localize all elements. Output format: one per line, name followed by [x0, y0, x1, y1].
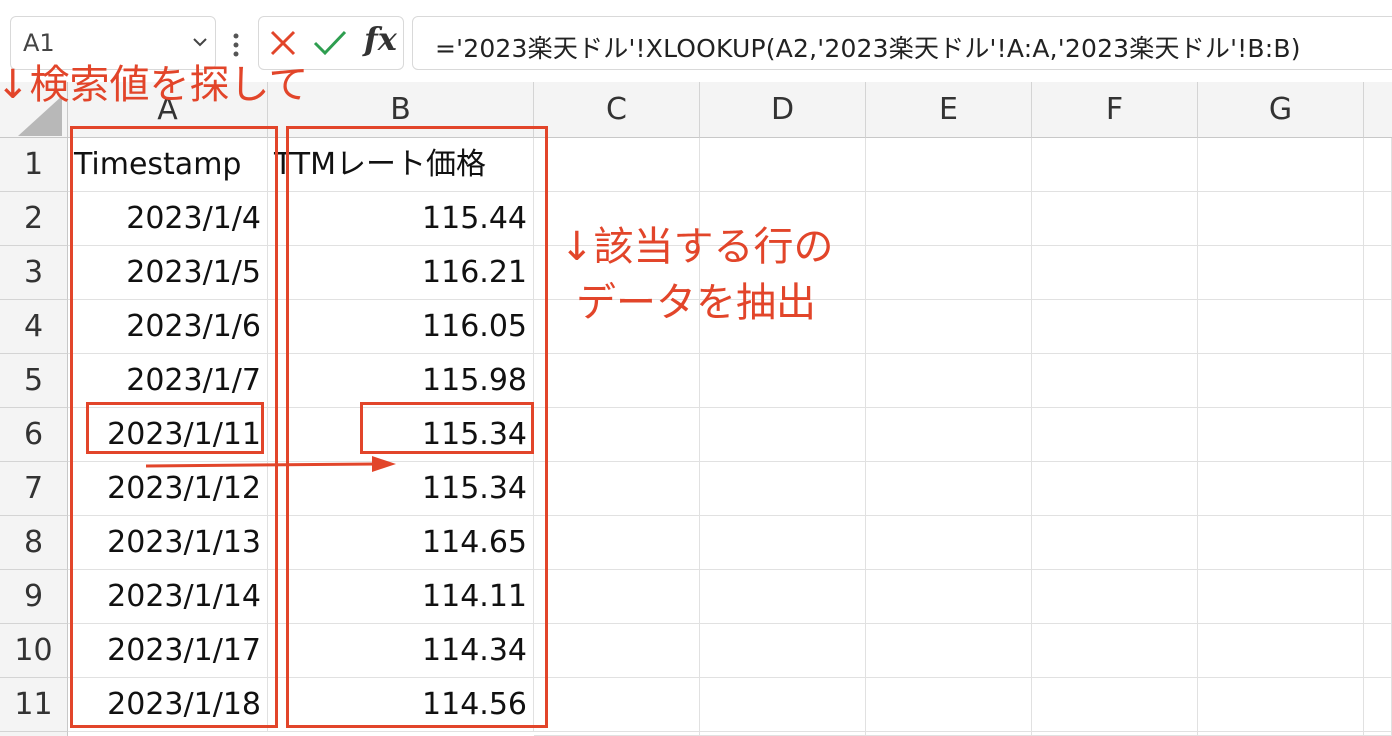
- cell-h3[interactable]: [1364, 246, 1392, 300]
- cell-g10[interactable]: [1198, 624, 1364, 678]
- cell-f8[interactable]: [1032, 516, 1198, 570]
- cell-g8[interactable]: [1198, 516, 1364, 570]
- cell-d8[interactable]: [700, 516, 866, 570]
- annotation-search: ↓検索値を探して: [0, 62, 309, 108]
- cell-e9[interactable]: [866, 570, 1032, 624]
- cell-c9[interactable]: [534, 570, 700, 624]
- cell-d10[interactable]: [700, 624, 866, 678]
- cell-f2[interactable]: [1032, 192, 1198, 246]
- formula-input[interactable]: ='2023楽天ドル'!XLOOKUP(A2,'2023楽天ドル'!A:A,'2…: [412, 16, 1392, 70]
- column-header-f[interactable]: F: [1032, 82, 1198, 138]
- formula-text: ='2023楽天ドル'!XLOOKUP(A2,'2023楽天ドル'!A:A,'2…: [435, 34, 1301, 63]
- cell-h12[interactable]: [1364, 732, 1392, 736]
- cell-h6[interactable]: [1364, 408, 1392, 462]
- cell-g7[interactable]: [1198, 462, 1364, 516]
- cell-h8[interactable]: [1364, 516, 1392, 570]
- cell-c7[interactable]: [534, 462, 700, 516]
- cell-c1[interactable]: [534, 138, 700, 192]
- cell-f12[interactable]: [1032, 732, 1198, 736]
- cell-f6[interactable]: [1032, 408, 1198, 462]
- column-header-c[interactable]: C: [534, 82, 700, 138]
- cell-h10[interactable]: [1364, 624, 1392, 678]
- column-header-h[interactable]: [1364, 82, 1392, 138]
- column-header-g[interactable]: G: [1198, 82, 1364, 138]
- row-header-4[interactable]: 4: [0, 300, 68, 354]
- cell-f4[interactable]: [1032, 300, 1198, 354]
- cell-g3[interactable]: [1198, 246, 1364, 300]
- row-header-9[interactable]: 9: [0, 570, 68, 624]
- cell-c8[interactable]: [534, 516, 700, 570]
- cell-h7[interactable]: [1364, 462, 1392, 516]
- row-header-11[interactable]: 11: [0, 678, 68, 732]
- cell-d1[interactable]: [700, 138, 866, 192]
- row-header-12[interactable]: [0, 732, 68, 736]
- cell-c12[interactable]: [534, 732, 700, 736]
- row-header-10[interactable]: 10: [0, 624, 68, 678]
- row-header-6[interactable]: 6: [0, 408, 68, 462]
- highlight-cell-a6: [86, 402, 264, 454]
- annotation-extract-line1: ↓該当する行の: [560, 224, 834, 270]
- annotation-extract-line2: データを抽出: [576, 280, 816, 326]
- cell-d12[interactable]: [700, 732, 866, 736]
- row-header-5[interactable]: 5: [0, 354, 68, 408]
- cell-f7[interactable]: [1032, 462, 1198, 516]
- column-header-e[interactable]: E: [866, 82, 1032, 138]
- fx-icon[interactable]: fx: [364, 20, 397, 58]
- cell-c5[interactable]: [534, 354, 700, 408]
- cell-f9[interactable]: [1032, 570, 1198, 624]
- cell-d7[interactable]: [700, 462, 866, 516]
- cell-f3[interactable]: [1032, 246, 1198, 300]
- cell-e6[interactable]: [866, 408, 1032, 462]
- cell-h2[interactable]: [1364, 192, 1392, 246]
- check-icon[interactable]: [312, 28, 348, 58]
- cell-d9[interactable]: [700, 570, 866, 624]
- cell-g4[interactable]: [1198, 300, 1364, 354]
- row-header-1[interactable]: 1: [0, 138, 68, 192]
- cell-c6[interactable]: [534, 408, 700, 462]
- cell-g9[interactable]: [1198, 570, 1364, 624]
- row-header-7[interactable]: 7: [0, 462, 68, 516]
- cell-c10[interactable]: [534, 624, 700, 678]
- cell-g1[interactable]: [1198, 138, 1364, 192]
- cell-f11[interactable]: [1032, 678, 1198, 732]
- column-header-d[interactable]: D: [700, 82, 866, 138]
- cell-c11[interactable]: [534, 678, 700, 732]
- highlight-cell-b6: [360, 402, 534, 454]
- cell-e12[interactable]: [866, 732, 1032, 736]
- cell-d6[interactable]: [700, 408, 866, 462]
- cell-f1[interactable]: [1032, 138, 1198, 192]
- row-header-2[interactable]: 2: [0, 192, 68, 246]
- cell-e8[interactable]: [866, 516, 1032, 570]
- cell-e4[interactable]: [866, 300, 1032, 354]
- cell-e5[interactable]: [866, 354, 1032, 408]
- cell-h4[interactable]: [1364, 300, 1392, 354]
- row-header-3[interactable]: 3: [0, 246, 68, 300]
- cell-e11[interactable]: [866, 678, 1032, 732]
- cell-d5[interactable]: [700, 354, 866, 408]
- cell-g11[interactable]: [1198, 678, 1364, 732]
- cell-e7[interactable]: [866, 462, 1032, 516]
- cell-e10[interactable]: [866, 624, 1032, 678]
- cell-h1[interactable]: [1364, 138, 1392, 192]
- cell-e2[interactable]: [866, 192, 1032, 246]
- cell-g12[interactable]: [1198, 732, 1364, 736]
- cell-d11[interactable]: [700, 678, 866, 732]
- arrow-right-icon: [145, 456, 396, 472]
- cell-g6[interactable]: [1198, 408, 1364, 462]
- row-header-8[interactable]: 8: [0, 516, 68, 570]
- chevron-down-icon[interactable]: [191, 33, 209, 51]
- cell-h9[interactable]: [1364, 570, 1392, 624]
- cell-f10[interactable]: [1032, 624, 1198, 678]
- cell-e1[interactable]: [866, 138, 1032, 192]
- cell-h5[interactable]: [1364, 354, 1392, 408]
- cell-h11[interactable]: [1364, 678, 1392, 732]
- cell-f5[interactable]: [1032, 354, 1198, 408]
- cell-g5[interactable]: [1198, 354, 1364, 408]
- cell-g2[interactable]: [1198, 192, 1364, 246]
- cell-e3[interactable]: [866, 246, 1032, 300]
